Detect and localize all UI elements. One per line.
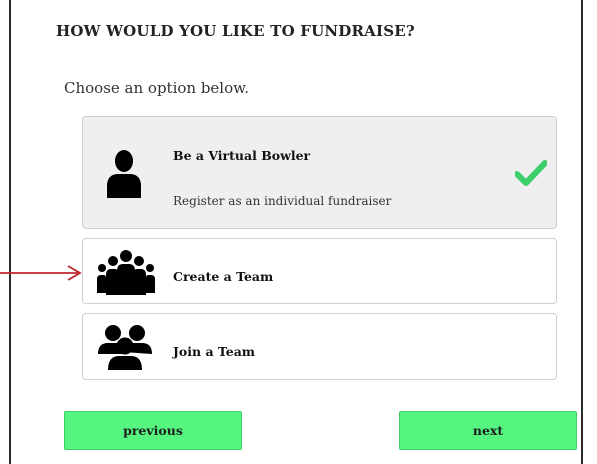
person-icon — [107, 150, 141, 198]
option-create-team[interactable]: Create a Team — [82, 238, 557, 304]
page-title: HOW WOULD YOU LIKE TO FUNDRAISE? — [56, 22, 415, 40]
option-join-team[interactable]: Join a Team — [82, 313, 557, 380]
checkmark-icon — [515, 160, 547, 186]
option-virtual-bowler[interactable]: Be a Virtual Bowler Register as an indiv… — [82, 116, 557, 229]
option-title: Join a Team — [173, 344, 256, 359]
group-icon — [97, 250, 155, 295]
previous-button[interactable]: previous — [64, 411, 242, 450]
people-icon — [98, 325, 152, 370]
instructions-text: Choose an option below. — [64, 79, 249, 97]
next-button[interactable]: next — [399, 411, 577, 450]
option-title: Be a Virtual Bowler — [173, 148, 311, 163]
arrow-icon — [0, 265, 82, 281]
option-title: Create a Team — [173, 269, 274, 284]
option-description: Register as an individual fundraiser — [173, 194, 392, 208]
dialog-frame — [9, 0, 583, 464]
